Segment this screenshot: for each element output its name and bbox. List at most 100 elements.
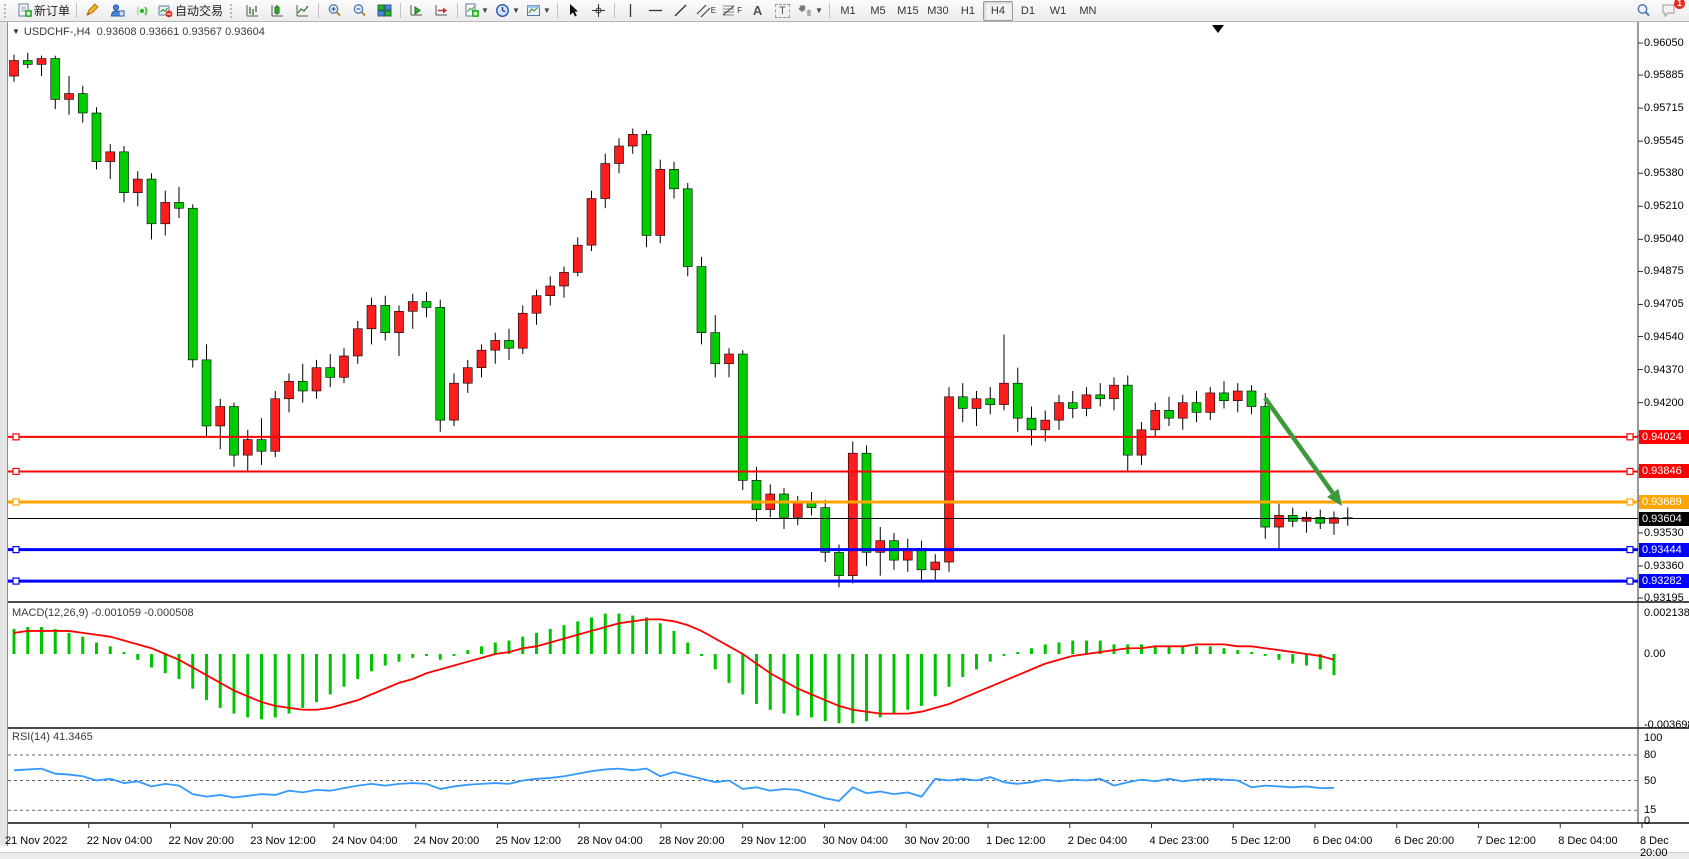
candle-body	[1123, 385, 1132, 455]
text-label-button[interactable]: T	[770, 1, 795, 21]
line-handle[interactable]	[1627, 578, 1633, 584]
chart-shift-marker[interactable]	[1212, 25, 1224, 33]
toolbar-grip	[230, 4, 237, 18]
periods-button[interactable]: ▼	[492, 1, 523, 21]
channel-button[interactable]: E	[693, 1, 719, 21]
chart-shift-button[interactable]	[429, 1, 454, 21]
time-axis-label: 24 Nov 04:00	[332, 835, 397, 847]
candle-chart-button[interactable]	[265, 1, 290, 21]
arrows-button[interactable]: ▼	[795, 1, 826, 21]
toolbar-grip	[4, 4, 11, 18]
time-axis-label: 6 Dec 04:00	[1313, 835, 1372, 847]
horizontal-line-button[interactable]	[643, 1, 668, 21]
metaeditor-button[interactable]	[80, 1, 105, 21]
candle-body	[1178, 403, 1187, 419]
rsi-line	[14, 769, 1334, 801]
macd-values: -0.001059 -0.000508	[91, 607, 193, 619]
line-handle[interactable]	[1627, 468, 1633, 474]
text-tool-icon: A	[753, 3, 762, 18]
timeframe-d1-button[interactable]: D1	[1013, 1, 1043, 21]
notifications-button[interactable]: 1	[1656, 1, 1681, 21]
fibonacci-icon	[722, 3, 737, 18]
template-icon	[526, 3, 541, 18]
price-axis-label: 0.93195	[1644, 592, 1684, 604]
text-button[interactable]: A	[745, 1, 770, 21]
new-order-button[interactable]: 新订单	[14, 1, 73, 21]
candle-body	[1247, 391, 1256, 407]
timeframe-m5-button[interactable]: M5	[863, 1, 893, 21]
cursor-button[interactable]	[561, 1, 586, 21]
signals-button[interactable]	[130, 1, 155, 21]
chart-canvas[interactable]	[0, 22, 1689, 858]
candle-body	[436, 307, 445, 420]
price-axis-label: 0.95545	[1644, 135, 1684, 147]
candle-body	[10, 60, 19, 76]
chevron-down-icon: ▼	[543, 6, 551, 15]
line-handle[interactable]	[13, 499, 19, 505]
line-handle[interactable]	[1627, 434, 1633, 440]
line-handle[interactable]	[1627, 547, 1633, 553]
candle-body	[23, 60, 32, 64]
candle-body	[312, 368, 321, 391]
main-toolbar: 新订单 自动交易 ▼ ▼	[0, 0, 1689, 22]
tile-windows-button[interactable]	[372, 1, 397, 21]
timeframe-w1-button[interactable]: W1	[1043, 1, 1073, 21]
current-price-tag: 0.93604	[1639, 512, 1689, 526]
timeframe-h1-button[interactable]: H1	[953, 1, 983, 21]
timeframe-h4-button[interactable]: H4	[983, 1, 1013, 21]
price-axis-label: 0.95885	[1644, 69, 1684, 81]
candle-body	[1137, 430, 1146, 455]
crosshair-icon	[591, 3, 606, 18]
line-chart-button[interactable]	[290, 1, 315, 21]
chart-window[interactable]: ▼USDCHF-,H4 0.93608 0.93661 0.93567 0.93…	[0, 22, 1689, 858]
candle-body	[285, 381, 294, 398]
line-handle[interactable]	[13, 578, 19, 584]
macd-label: MACD(12,26,9) -0.001059 -0.000508	[12, 607, 194, 619]
timeframe-mn-button[interactable]: MN	[1073, 1, 1103, 21]
vertical-line-button[interactable]	[618, 1, 643, 21]
candle-body	[477, 350, 486, 367]
timeframe-m1-button[interactable]: M1	[833, 1, 863, 21]
candle-body	[560, 272, 569, 286]
time-axis-label: 8 Dec 20:00	[1640, 835, 1689, 859]
candle-body	[92, 113, 101, 162]
candle-body	[367, 305, 376, 328]
search-button[interactable]	[1631, 1, 1656, 21]
price-axis-label: 0.95715	[1644, 102, 1684, 114]
crosshair-button[interactable]	[586, 1, 611, 21]
trendline-icon	[673, 3, 688, 18]
timeframe-m15-button[interactable]: M15	[893, 1, 923, 21]
candle-body	[615, 146, 624, 163]
bar-chart-button[interactable]	[240, 1, 265, 21]
autotrading-button[interactable]: 自动交易	[155, 1, 226, 21]
zoom-out-icon	[352, 3, 368, 18]
autoscroll-button[interactable]	[404, 1, 429, 21]
zoom-in-icon	[327, 3, 343, 18]
fibonacci-button[interactable]: F	[719, 1, 745, 21]
candle-body	[1068, 403, 1077, 409]
templates-button[interactable]: ▼	[523, 1, 554, 21]
window-menu-icon[interactable]: ▼	[12, 27, 20, 36]
price-axis-label: 0.93360	[1644, 560, 1684, 572]
zoom-in-button[interactable]	[322, 1, 347, 21]
candle-body	[738, 354, 747, 480]
candle-body	[725, 354, 734, 364]
price-axis-label: 0.95380	[1644, 167, 1684, 179]
trendline-button[interactable]	[668, 1, 693, 21]
tile-windows-icon	[377, 3, 392, 18]
candle-body	[573, 245, 582, 272]
zoom-out-button[interactable]	[347, 1, 372, 21]
strategy-tester-button[interactable]	[105, 1, 130, 21]
line-handle[interactable]	[13, 547, 19, 553]
trend-arrow-object[interactable]	[1265, 398, 1333, 493]
line-handle[interactable]	[1627, 499, 1633, 505]
line-handle[interactable]	[13, 468, 19, 474]
timeframe-m30-button[interactable]: M30	[923, 1, 953, 21]
price-axis-label: 0.93530	[1644, 527, 1684, 539]
line-handle[interactable]	[13, 434, 19, 440]
price-axis-label: 0.95040	[1644, 233, 1684, 245]
window-left-frame	[0, 22, 8, 846]
candle-body	[491, 340, 500, 350]
indicators-button[interactable]: ▼	[461, 1, 492, 21]
candle-body	[1110, 385, 1119, 399]
